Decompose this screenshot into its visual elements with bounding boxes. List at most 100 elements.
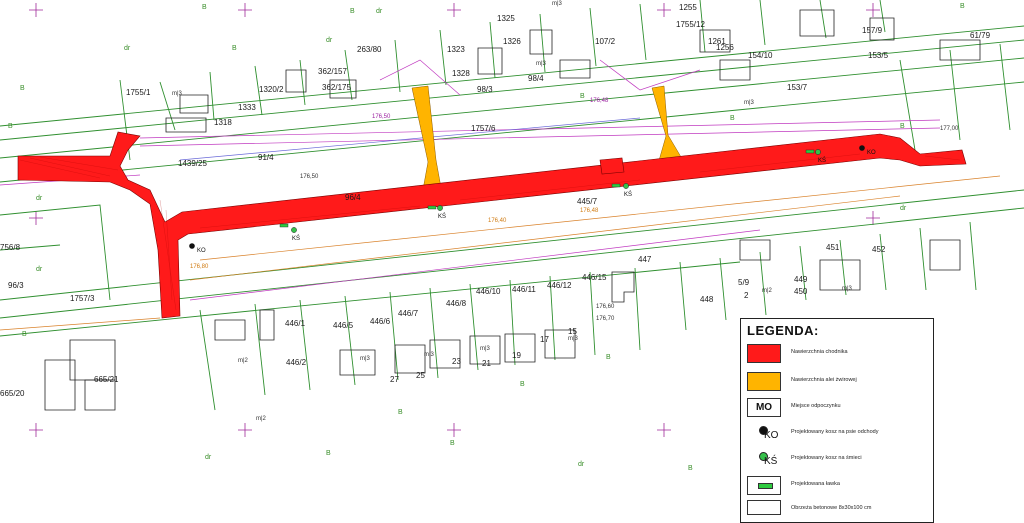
parcel-label: 1757/3 [70, 294, 95, 303]
elevation-label: 176,48 [580, 208, 599, 214]
parcel-label: 446/12 [547, 281, 572, 290]
parcel-label: 153/5 [868, 51, 889, 60]
land-code: B [520, 381, 525, 388]
house-number: 23 [452, 357, 461, 366]
house-number: 19 [512, 351, 521, 360]
land-code: dr [36, 195, 43, 202]
parcel-label: 1326 [503, 37, 521, 46]
bin-label: KO [867, 150, 876, 156]
house-number: 21 [482, 359, 491, 368]
land-code: dr [578, 461, 585, 468]
elevation-label: 176,70 [596, 316, 615, 322]
parcel-label: 96/3 [8, 281, 24, 290]
legend-item-label: Miejsce odpoczynku [791, 403, 841, 409]
elevation-label: 176,48 [590, 98, 609, 104]
legend-item-label: Projektowany kosz na psie odchody [791, 429, 879, 435]
parcel-label: 362/157 [318, 67, 347, 76]
parcel-label: 1328 [452, 69, 470, 78]
land-code: B [398, 409, 403, 416]
parcel-label: 5/9 [738, 278, 750, 287]
parcel-label: 446/10 [476, 287, 501, 296]
bench-icon [758, 483, 773, 489]
legend-item-dog-bin: KO Projektowany kosz na psie odchody [741, 421, 935, 447]
parcel-label: 362/175 [322, 83, 351, 92]
ks-label: KŚ [764, 456, 778, 467]
parcel-label: 665/20 [0, 389, 25, 398]
parcel-label: 1325 [497, 14, 515, 23]
parcel-label: 445/7 [577, 197, 598, 206]
bin-label: KO [197, 248, 206, 254]
orange-fill-swatch-icon [747, 372, 781, 391]
parcel-label: 98/4 [528, 74, 544, 83]
parcel-label: 91/4 [258, 153, 274, 162]
land-code: B [580, 93, 585, 100]
land-code: B [232, 45, 237, 52]
land-code: B [730, 115, 735, 122]
land-code: m|3 [842, 286, 853, 292]
land-code: B [688, 465, 693, 472]
land-code: m|3 [552, 1, 563, 7]
trash-bin-icon [815, 149, 821, 155]
land-code: m|2 [256, 416, 267, 422]
bin-label: KŚ [292, 234, 300, 242]
parcel-label: 446/15 [582, 273, 607, 282]
legend-item-label: Projektowana ławka [791, 481, 840, 487]
land-code: dr [205, 454, 212, 461]
trash-bin-symbol: KŚ [747, 450, 781, 469]
land-code: m|3 [360, 356, 371, 362]
bin-label: KŚ [438, 212, 446, 220]
parcel-label: 1755/12 [676, 20, 705, 29]
parcel-label: 96/4 [345, 193, 361, 202]
land-code: B [960, 3, 965, 10]
parcel-label: 263/80 [357, 45, 382, 54]
land-code: m|3 [172, 91, 183, 97]
land-code: B [8, 123, 13, 130]
parcel-label: 1755/1 [126, 88, 151, 97]
parcel-label: 1757/6 [471, 124, 496, 133]
parcel-label: 446/7 [398, 309, 419, 318]
parcel-label: 153/7 [787, 83, 808, 92]
ko-label: KO [764, 430, 779, 441]
parcel-label: 154/10 [748, 51, 773, 60]
land-code: B [202, 4, 207, 11]
parcel-label: 157/9 [862, 26, 883, 35]
land-code: dr [124, 45, 131, 52]
land-code: m|2 [238, 358, 249, 364]
parcel-label: 450 [794, 287, 808, 296]
bin-label: KŚ [624, 190, 632, 198]
land-code: B [606, 354, 611, 361]
legend-title: LEGENDA: [747, 323, 819, 338]
land-code: B [350, 8, 355, 15]
legend-item-label: Projektowany kosz na śmieci [791, 455, 862, 461]
land-code: m|3 [536, 61, 547, 67]
parcel-label: 107/2 [595, 37, 616, 46]
parcel-label: 1256 [716, 43, 734, 52]
parcel-label: 1318 [214, 118, 232, 127]
parcel-label: 1439/25 [178, 159, 207, 168]
parcel-label: 449 [794, 275, 808, 284]
parcel-label: 446/5 [333, 321, 354, 330]
bench-icon [427, 205, 437, 210]
parcel-label: 447 [638, 255, 652, 264]
parcel-label: 452 [872, 245, 886, 254]
parcel-label: 446/1 [285, 319, 306, 328]
elevation-label: 177,00 [940, 126, 959, 132]
elevation-label: 176,50 [300, 174, 319, 180]
land-code: B [326, 450, 331, 457]
red-fill-swatch-icon [747, 344, 781, 363]
land-code: B [20, 85, 25, 92]
house-number: 27 [390, 375, 399, 384]
parcel-label: 446/8 [446, 299, 467, 308]
elevation-label: 176,60 [596, 304, 615, 310]
land-code: B [900, 123, 905, 130]
elevation-label: 176,40 [488, 218, 507, 224]
legend-panel: LEGENDA: Nawierzchnia chodnika Nawierzch… [740, 318, 934, 523]
land-code: B [22, 331, 27, 338]
land-code: m|2 [762, 288, 773, 294]
trash-bin-icon [623, 183, 629, 189]
legend-item-sidewalk: Nawierzchnia chodnika [741, 341, 935, 367]
parcel-label: 446/6 [370, 317, 391, 326]
legend-item-label: Obrzeża betonowe 8x30x100 cm [791, 505, 872, 511]
trash-bin-icon [437, 205, 443, 211]
land-code: m|3 [424, 352, 435, 358]
